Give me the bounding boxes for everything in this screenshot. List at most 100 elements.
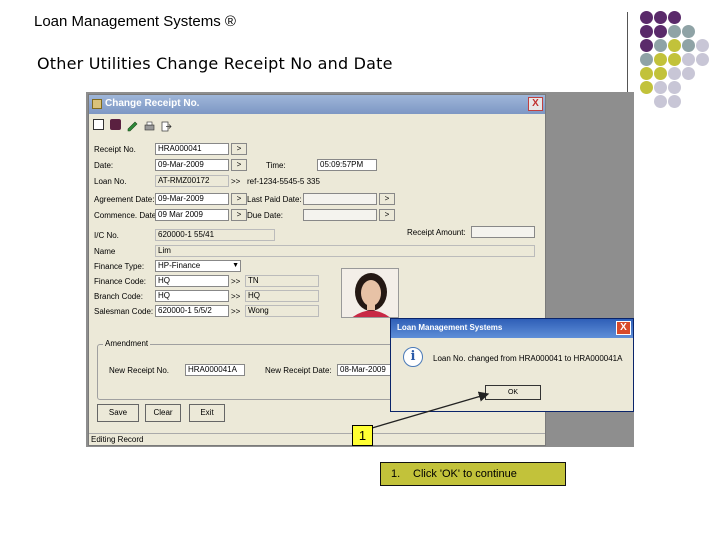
agreement-date-field[interactable]: 09-Mar-2009: [155, 193, 229, 205]
exit-button[interactable]: Exit: [189, 404, 225, 422]
decorative-dot: [654, 67, 667, 80]
receipt-no-lookup-button[interactable]: >: [231, 143, 247, 155]
edit-icon[interactable]: [127, 119, 138, 132]
callout-text: Click 'OK' to continue: [413, 468, 517, 480]
window-title: Change Receipt No.: [105, 98, 200, 109]
slide-subtitle: Other Utilities Change Receipt No and Da…: [37, 54, 393, 73]
last-paid-date-button[interactable]: >: [379, 193, 395, 205]
receipt-no-label: Receipt No.: [94, 145, 136, 154]
exit-icon[interactable]: [161, 119, 172, 132]
date-label: Date:: [94, 161, 114, 170]
loan-no-field[interactable]: AT-RMZ00172: [155, 175, 229, 187]
decorative-dot: [654, 25, 667, 38]
ok-button[interactable]: OK: [485, 385, 541, 400]
date-field[interactable]: 09-Mar-2009: [155, 159, 229, 171]
last-paid-date-label: Last Paid Date:: [247, 195, 302, 204]
due-date-button[interactable]: >: [379, 209, 395, 221]
new-receipt-date-field[interactable]: 08-Mar-2009: [337, 364, 397, 376]
app-icon: [92, 99, 102, 109]
decorative-dot: [682, 25, 695, 38]
decorative-dot: [654, 95, 667, 108]
decorative-dot: [668, 81, 681, 94]
decorative-dots: [640, 11, 720, 121]
new-icon[interactable]: [93, 119, 104, 130]
delete-icon[interactable]: [110, 119, 121, 130]
dialog-close-button[interactable]: X: [616, 321, 631, 335]
clear-button[interactable]: Clear: [145, 404, 181, 422]
ic-no-label: I/C No.: [94, 231, 119, 240]
decorative-dot: [696, 53, 709, 66]
decorative-dot: [668, 25, 681, 38]
due-date-label: Due Date:: [247, 211, 284, 220]
decorative-dot: [640, 11, 653, 24]
window-close-button[interactable]: X: [528, 97, 543, 111]
commence-date-button[interactable]: >: [231, 209, 247, 221]
decorative-dot: [654, 11, 667, 24]
decorative-dot: [682, 39, 695, 52]
window-titlebar[interactable]: Change Receipt No. X: [89, 95, 545, 114]
last-paid-date-field[interactable]: [303, 193, 377, 205]
decorative-dot: [668, 67, 681, 80]
decorative-dot: [682, 53, 695, 66]
print-icon[interactable]: [144, 119, 155, 131]
finance-type-value: HP-Finance: [158, 261, 201, 270]
finance-code-arrow[interactable]: >>: [231, 277, 240, 286]
slide-title: Loan Management Systems ®: [34, 13, 236, 30]
callout-number: 1.: [391, 468, 401, 480]
step-badge: 1: [352, 425, 373, 446]
info-icon: i: [403, 347, 423, 367]
receipt-amount-label: Receipt Amount:: [407, 228, 466, 237]
decorative-dot: [682, 67, 695, 80]
loan-reference-text: ref-1234-5545-5 335: [247, 177, 320, 186]
new-receipt-date-label: New Receipt Date:: [265, 366, 332, 375]
branch-code-label: Branch Code:: [94, 292, 143, 301]
customer-photo: [341, 268, 399, 318]
decorative-dot: [654, 39, 667, 52]
receipt-no-field[interactable]: HRA000041: [155, 143, 229, 155]
decorative-dot: [668, 53, 681, 66]
decorative-dot: [654, 81, 667, 94]
loan-no-arrow[interactable]: >>: [231, 177, 240, 186]
new-receipt-no-field[interactable]: HRA000041A: [185, 364, 245, 376]
message-dialog: Loan Management Systems X i Loan No. cha…: [390, 318, 634, 412]
branch-code-field[interactable]: HQ: [155, 290, 229, 302]
name-field[interactable]: Lim: [155, 245, 535, 257]
chevron-down-icon[interactable]: ▼: [232, 261, 239, 271]
decorative-dot: [640, 81, 653, 94]
branch-code-arrow[interactable]: >>: [231, 292, 240, 301]
salesman-code-arrow[interactable]: >>: [231, 307, 240, 316]
dialog-title: Loan Management Systems: [397, 323, 503, 332]
name-label: Name: [94, 247, 116, 256]
decorative-dot: [668, 95, 681, 108]
new-receipt-no-label: New Receipt No.: [109, 366, 170, 375]
finance-type-select[interactable]: HP-Finance ▼: [155, 260, 241, 272]
time-field[interactable]: 05:09:57PM: [317, 159, 377, 171]
agreement-date-button[interactable]: >: [231, 193, 247, 205]
time-label: Time:: [266, 161, 286, 170]
screenshot-area: Change Receipt No. X Receipt No. HRA0000…: [86, 92, 634, 447]
salesman-name-desc: Wong: [245, 305, 319, 317]
due-date-field[interactable]: [303, 209, 377, 221]
decorative-dot: [668, 39, 681, 52]
decorative-dot: [640, 25, 653, 38]
date-picker-button[interactable]: >: [231, 159, 247, 171]
receipt-amount-field[interactable]: [471, 226, 535, 238]
dialog-titlebar[interactable]: Loan Management Systems X: [391, 319, 633, 338]
decorative-dot: [696, 39, 709, 52]
finance-code-label: Finance Code:: [94, 277, 147, 286]
branch-code-desc: HQ: [245, 290, 319, 302]
instruction-callout: 1. Click 'OK' to continue: [380, 462, 566, 486]
finance-code-field[interactable]: HQ: [155, 275, 229, 287]
agreement-date-label: Agreement Date:: [94, 195, 155, 204]
status-bar: Editing Record: [89, 433, 545, 445]
decorative-dot: [654, 53, 667, 66]
commence-date-field[interactable]: 09 Mar 2009: [155, 209, 229, 221]
decorative-dot: [640, 39, 653, 52]
amendment-legend: Amendment: [103, 339, 151, 348]
decorative-dot: [640, 67, 653, 80]
save-button[interactable]: Save: [97, 404, 139, 422]
ic-no-field[interactable]: 620000-1 55/41: [155, 229, 275, 241]
decorative-line: [627, 12, 628, 92]
decorative-dot: [640, 53, 653, 66]
salesman-code-field[interactable]: 620000-1 5/5/2: [155, 305, 229, 317]
